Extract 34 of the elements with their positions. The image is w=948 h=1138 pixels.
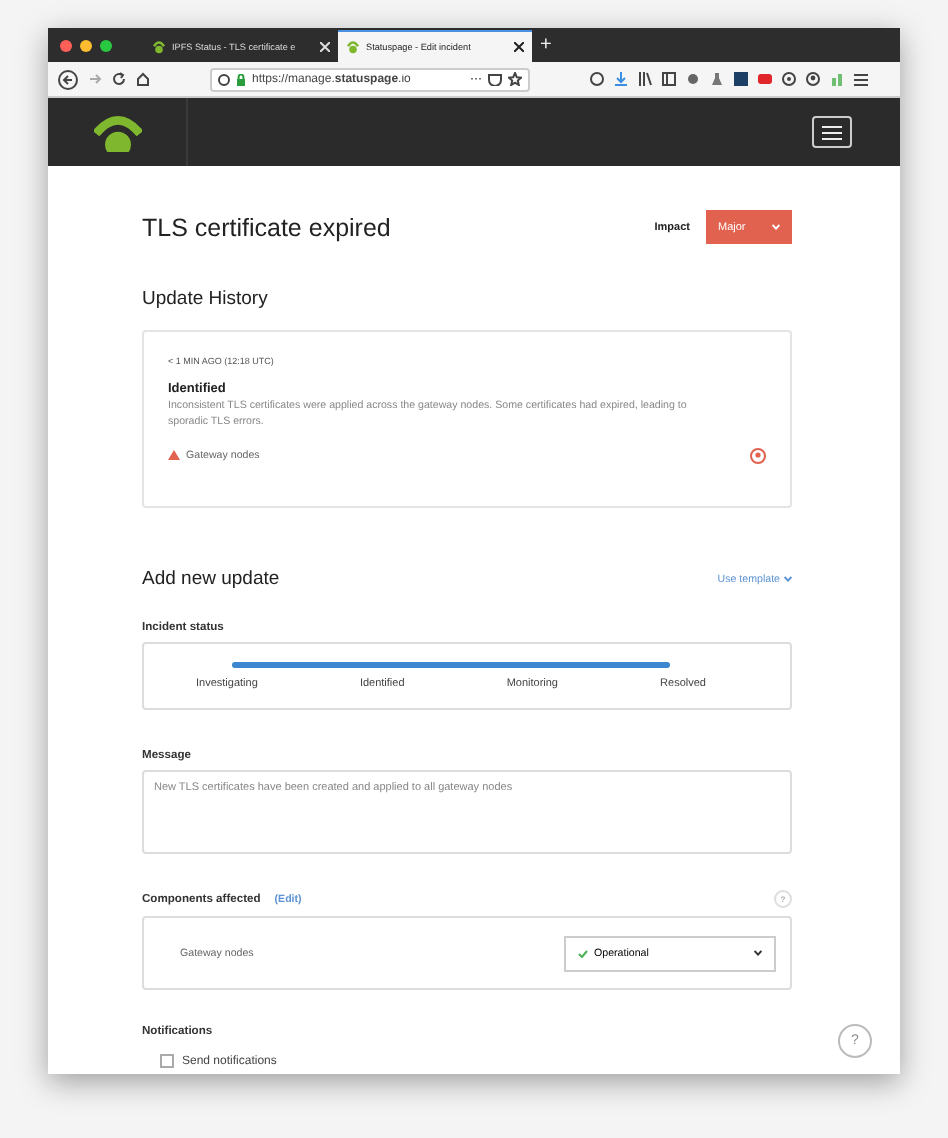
minimize-window-icon[interactable] (80, 39, 92, 51)
logo-icon (346, 40, 360, 54)
menu-button[interactable] (812, 116, 852, 148)
sidebar-icon[interactable] (662, 72, 676, 86)
info-icon[interactable] (590, 72, 604, 86)
section-heading: Add new update (142, 568, 280, 590)
close-icon[interactable] (514, 42, 524, 52)
dial-icon[interactable] (782, 72, 796, 86)
close-window-icon[interactable] (60, 39, 72, 51)
menu-icon (822, 125, 842, 139)
library-icon[interactable] (638, 72, 652, 86)
check-icon (578, 949, 588, 957)
reload-icon[interactable] (112, 72, 126, 86)
logo-icon[interactable] (94, 112, 142, 152)
back-icon[interactable] (58, 69, 78, 89)
lock-icon (236, 73, 246, 85)
download-icon[interactable] (614, 72, 628, 86)
caret-icon (784, 575, 792, 581)
info-icon[interactable] (218, 73, 230, 85)
star-icon[interactable] (508, 72, 522, 86)
checkbox[interactable] (160, 1054, 174, 1068)
logo-icon (152, 39, 166, 53)
chevron-icon (772, 224, 780, 230)
chevron-icon (754, 950, 762, 956)
record-icon[interactable] (758, 72, 772, 86)
section-heading: Update History (142, 288, 270, 310)
new-tab-button[interactable]: + (540, 34, 552, 56)
warning-icon (168, 450, 180, 461)
page-title: TLS certificate expired (142, 213, 391, 241)
home-icon[interactable] (136, 72, 150, 86)
flask-icon[interactable] (710, 72, 724, 86)
zoom-window-icon[interactable] (100, 39, 112, 51)
menu-icon[interactable] (854, 73, 868, 85)
pocket-icon[interactable] (488, 73, 502, 85)
